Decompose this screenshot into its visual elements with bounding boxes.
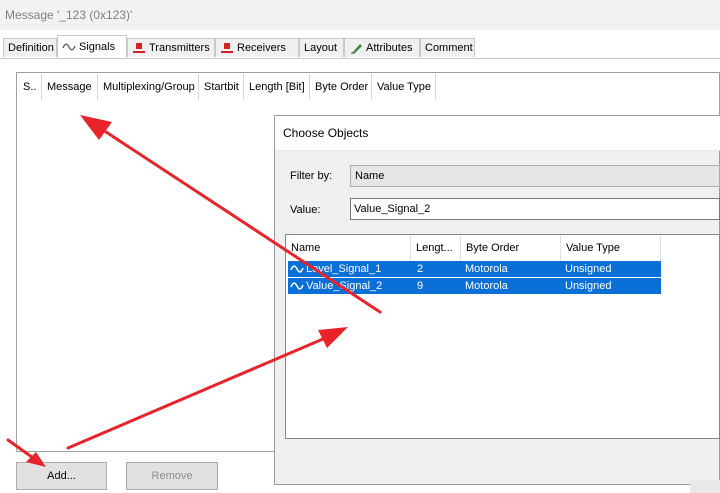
column-header[interactable]: Value Type <box>561 235 661 261</box>
filter-by-select[interactable]: Name <box>350 165 720 187</box>
column-header[interactable]: Name <box>286 235 411 261</box>
pencil-icon <box>351 44 362 54</box>
tab-definition[interactable]: Definition <box>3 38 57 57</box>
tab-label: Receivers <box>237 42 286 54</box>
tab-comment[interactable]: Comment <box>420 38 475 57</box>
signal-name-cell: Value_Signal_2 <box>288 278 413 294</box>
length-cell: 9 <box>413 278 461 294</box>
red-node-icon <box>221 43 233 53</box>
window-title: Message '_123 (0x123)' <box>5 8 133 22</box>
column-header[interactable]: Multiplexing/Group <box>98 74 199 100</box>
red-node-icon <box>133 43 145 53</box>
signal-name: Level_Signal_1 <box>306 263 382 275</box>
resize-grip[interactable] <box>690 480 720 493</box>
filter-by-label: Filter by: <box>290 170 333 182</box>
remove-button[interactable]: Remove <box>126 462 218 490</box>
dialog-title: Choose Objects <box>283 126 369 140</box>
length-cell: 2 <box>413 261 461 277</box>
column-header[interactable]: S.. <box>18 74 42 100</box>
tab-label: Comment <box>425 42 473 54</box>
tab-transmitters[interactable]: Transmitters <box>127 38 215 57</box>
tab-label: Signals <box>79 40 116 53</box>
column-header[interactable]: Message <box>42 74 98 100</box>
byte-order-cell: Motorola <box>461 278 561 294</box>
signal-wave-icon <box>62 42 76 51</box>
signal-wave-icon <box>290 265 304 273</box>
column-header[interactable]: Value Type <box>372 74 436 100</box>
tab-label: Attributes <box>366 42 413 54</box>
objects-list-header: Name Lengt... Byte Order Value Type <box>286 235 661 261</box>
column-header[interactable]: Byte Order <box>461 235 561 261</box>
signal-wave-icon <box>290 282 304 290</box>
tab-label: Transmitters <box>149 42 210 54</box>
list-item[interactable]: Level_Signal_1 2 Motorola Unsigned <box>288 261 661 277</box>
value-label: Value: <box>290 204 321 216</box>
signals-grid-header: S.. Message Multiplexing/Group Startbit … <box>18 74 436 100</box>
byte-order-cell: Motorola <box>461 261 561 277</box>
tab-label: Definition <box>8 42 54 54</box>
list-item[interactable]: Value_Signal_2 9 Motorola Unsigned <box>288 278 661 294</box>
tab-label: Layout <box>304 42 338 54</box>
value-type-cell: Unsigned <box>561 261 661 277</box>
divider <box>275 150 720 151</box>
signal-name-cell: Level_Signal_1 <box>288 261 413 277</box>
add-button[interactable]: Add... <box>16 462 107 490</box>
tab-signals[interactable]: Signals <box>57 35 127 58</box>
value-type-cell: Unsigned <box>561 278 661 294</box>
signal-name: Value_Signal_2 <box>306 280 383 292</box>
column-header[interactable]: Startbit <box>199 74 244 100</box>
column-header[interactable]: Length [Bit] <box>244 74 310 100</box>
tab-receivers[interactable]: Receivers <box>215 38 299 57</box>
column-header[interactable]: Byte Order <box>310 74 372 100</box>
tab-layout[interactable]: Layout <box>299 38 344 57</box>
column-header[interactable]: Lengt... <box>411 235 461 261</box>
tab-attributes[interactable]: Attributes <box>344 38 420 57</box>
value-input[interactable]: Value_Signal_2 <box>350 198 720 220</box>
